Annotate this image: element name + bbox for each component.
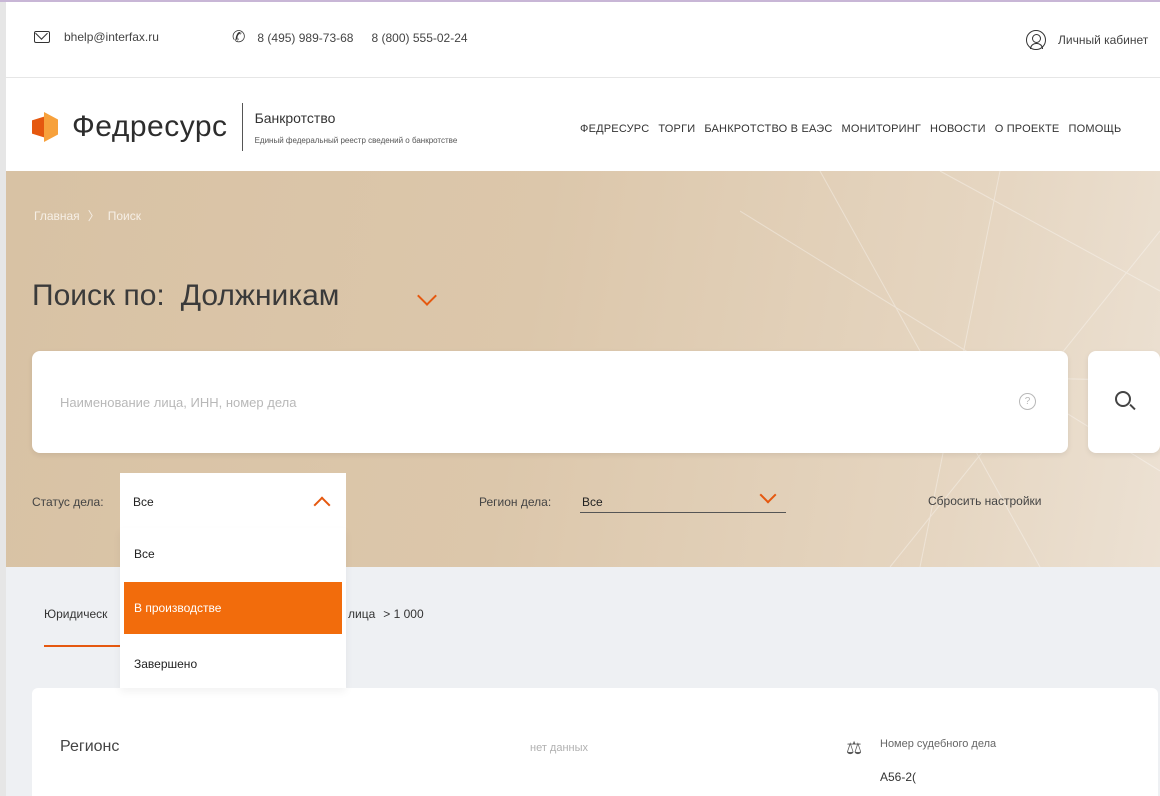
result-no-data: нет данных bbox=[530, 742, 589, 754]
phone-icon: ✆ bbox=[232, 29, 246, 46]
search-type-selector[interactable]: Поиск по: Должникам bbox=[32, 279, 339, 313]
status-filter-value: Все bbox=[133, 495, 154, 509]
tab-individuals-label: лица bbox=[348, 607, 376, 621]
search-box: ? bbox=[32, 351, 1068, 453]
logo-name: Федресурс bbox=[72, 110, 228, 143]
nav-item-about[interactable]: О ПРОЕКТЕ bbox=[995, 123, 1060, 135]
tab-individuals-count: > 1 000 bbox=[383, 607, 424, 621]
breadcrumb-current: Поиск bbox=[107, 209, 141, 223]
search-type-value: Должникам bbox=[180, 279, 340, 312]
region-filter-select[interactable]: Все bbox=[580, 483, 786, 513]
nav-item-news[interactable]: НОВОСТИ bbox=[930, 123, 986, 135]
user-icon bbox=[1026, 30, 1046, 50]
breadcrumb-home[interactable]: Главная bbox=[34, 209, 80, 223]
breadcrumb: Главная 〉 Поиск bbox=[34, 207, 141, 224]
status-filter-select[interactable]: Все bbox=[120, 473, 346, 529]
search-hero: Главная 〉 Поиск Поиск по: Должникам ? Стат… bbox=[0, 171, 1160, 567]
search-button[interactable] bbox=[1088, 351, 1160, 453]
personal-cabinet-link[interactable]: Личный кабинет bbox=[1026, 30, 1148, 50]
nav-item-bankruptcy-eaeu[interactable]: БАНКРОТСТВО В ЕАЭС bbox=[704, 123, 832, 135]
nav-item-help[interactable]: ПОМОЩЬ bbox=[1068, 123, 1121, 135]
gavel-icon: ⚖ bbox=[846, 738, 863, 758]
info-icon[interactable]: ? bbox=[1019, 393, 1036, 410]
section-subtitle: Единый федеральный реестр сведений о бан… bbox=[254, 135, 458, 145]
phone-2[interactable]: 8 (800) 555-02-24 bbox=[371, 31, 467, 45]
search-title-prefix: Поиск по: bbox=[32, 279, 165, 312]
email-link[interactable]: bhelp@interfax.ru bbox=[34, 30, 159, 44]
search-icon bbox=[1115, 391, 1131, 407]
status-option-in-progress[interactable]: В производстве bbox=[124, 582, 342, 634]
case-number-label: Номер судебного дела bbox=[880, 738, 997, 750]
status-dropdown-menu: Все В производстве Завершено bbox=[120, 528, 346, 688]
status-filter-label: Статус дела: bbox=[32, 495, 104, 509]
email-text: bhelp@interfax.ru bbox=[64, 30, 159, 44]
personal-cabinet-label: Личный кабинет bbox=[1058, 33, 1149, 47]
result-card[interactable]: Регионс нет данных ⚖ Номер судебного дел… bbox=[32, 688, 1158, 796]
breadcrumb-separator: 〉 bbox=[87, 209, 100, 223]
tab-legal-entities[interactable]: Юридическ bbox=[44, 607, 107, 621]
nav-item-torgi[interactable]: ТОРГИ bbox=[658, 123, 695, 135]
logo-divider bbox=[241, 103, 243, 151]
tab-individuals[interactable]: лица > 1 000 bbox=[348, 607, 424, 621]
status-option-all[interactable]: Все bbox=[120, 528, 346, 580]
main-nav: ФЕДРЕСУРС ТОРГИ БАНКРОТСТВО В ЕАЭС МОНИТ… bbox=[580, 123, 1130, 135]
chevron-down-icon[interactable] bbox=[417, 286, 437, 306]
case-number-value[interactable]: А56-2( bbox=[880, 770, 916, 784]
search-input[interactable] bbox=[60, 387, 960, 417]
region-filter-value: Все bbox=[582, 495, 603, 509]
page-frame: bhelp@interfax.ru ✆ 8 (495) 989-73-68 8 … bbox=[0, 0, 1160, 796]
nav-item-fedresurs[interactable]: ФЕДРЕСУРС bbox=[580, 123, 649, 135]
section-title: Банкротство bbox=[254, 109, 336, 126]
active-tab-indicator bbox=[44, 645, 120, 647]
site-header: Федресурс Банкротство Единый федеральный… bbox=[0, 79, 1160, 171]
nav-item-monitoring[interactable]: МОНИТОРИНГ bbox=[842, 123, 922, 135]
section-title-block: Банкротство Единый федеральный реестр св… bbox=[255, 110, 458, 145]
chevron-down-icon bbox=[759, 486, 777, 504]
phone-1[interactable]: 8 (495) 989-73-68 bbox=[257, 31, 353, 45]
result-region-label: Регионс bbox=[60, 738, 120, 755]
top-bar: bhelp@interfax.ru ✆ 8 (495) 989-73-68 8 … bbox=[0, 0, 1160, 78]
reset-settings-link[interactable]: Сбросить настройки bbox=[928, 494, 1041, 508]
status-option-completed[interactable]: Завершено bbox=[120, 638, 346, 690]
fedresurs-logo-icon bbox=[32, 112, 58, 142]
region-filter-label: Регион дела: bbox=[479, 495, 552, 509]
logo[interactable]: Федресурс Банкротство Единый федеральный… bbox=[32, 103, 457, 151]
phone-links: ✆ 8 (495) 989-73-68 8 (800) 555-02-24 bbox=[232, 30, 468, 46]
mail-icon bbox=[34, 31, 50, 43]
chevron-up-icon bbox=[313, 496, 331, 514]
